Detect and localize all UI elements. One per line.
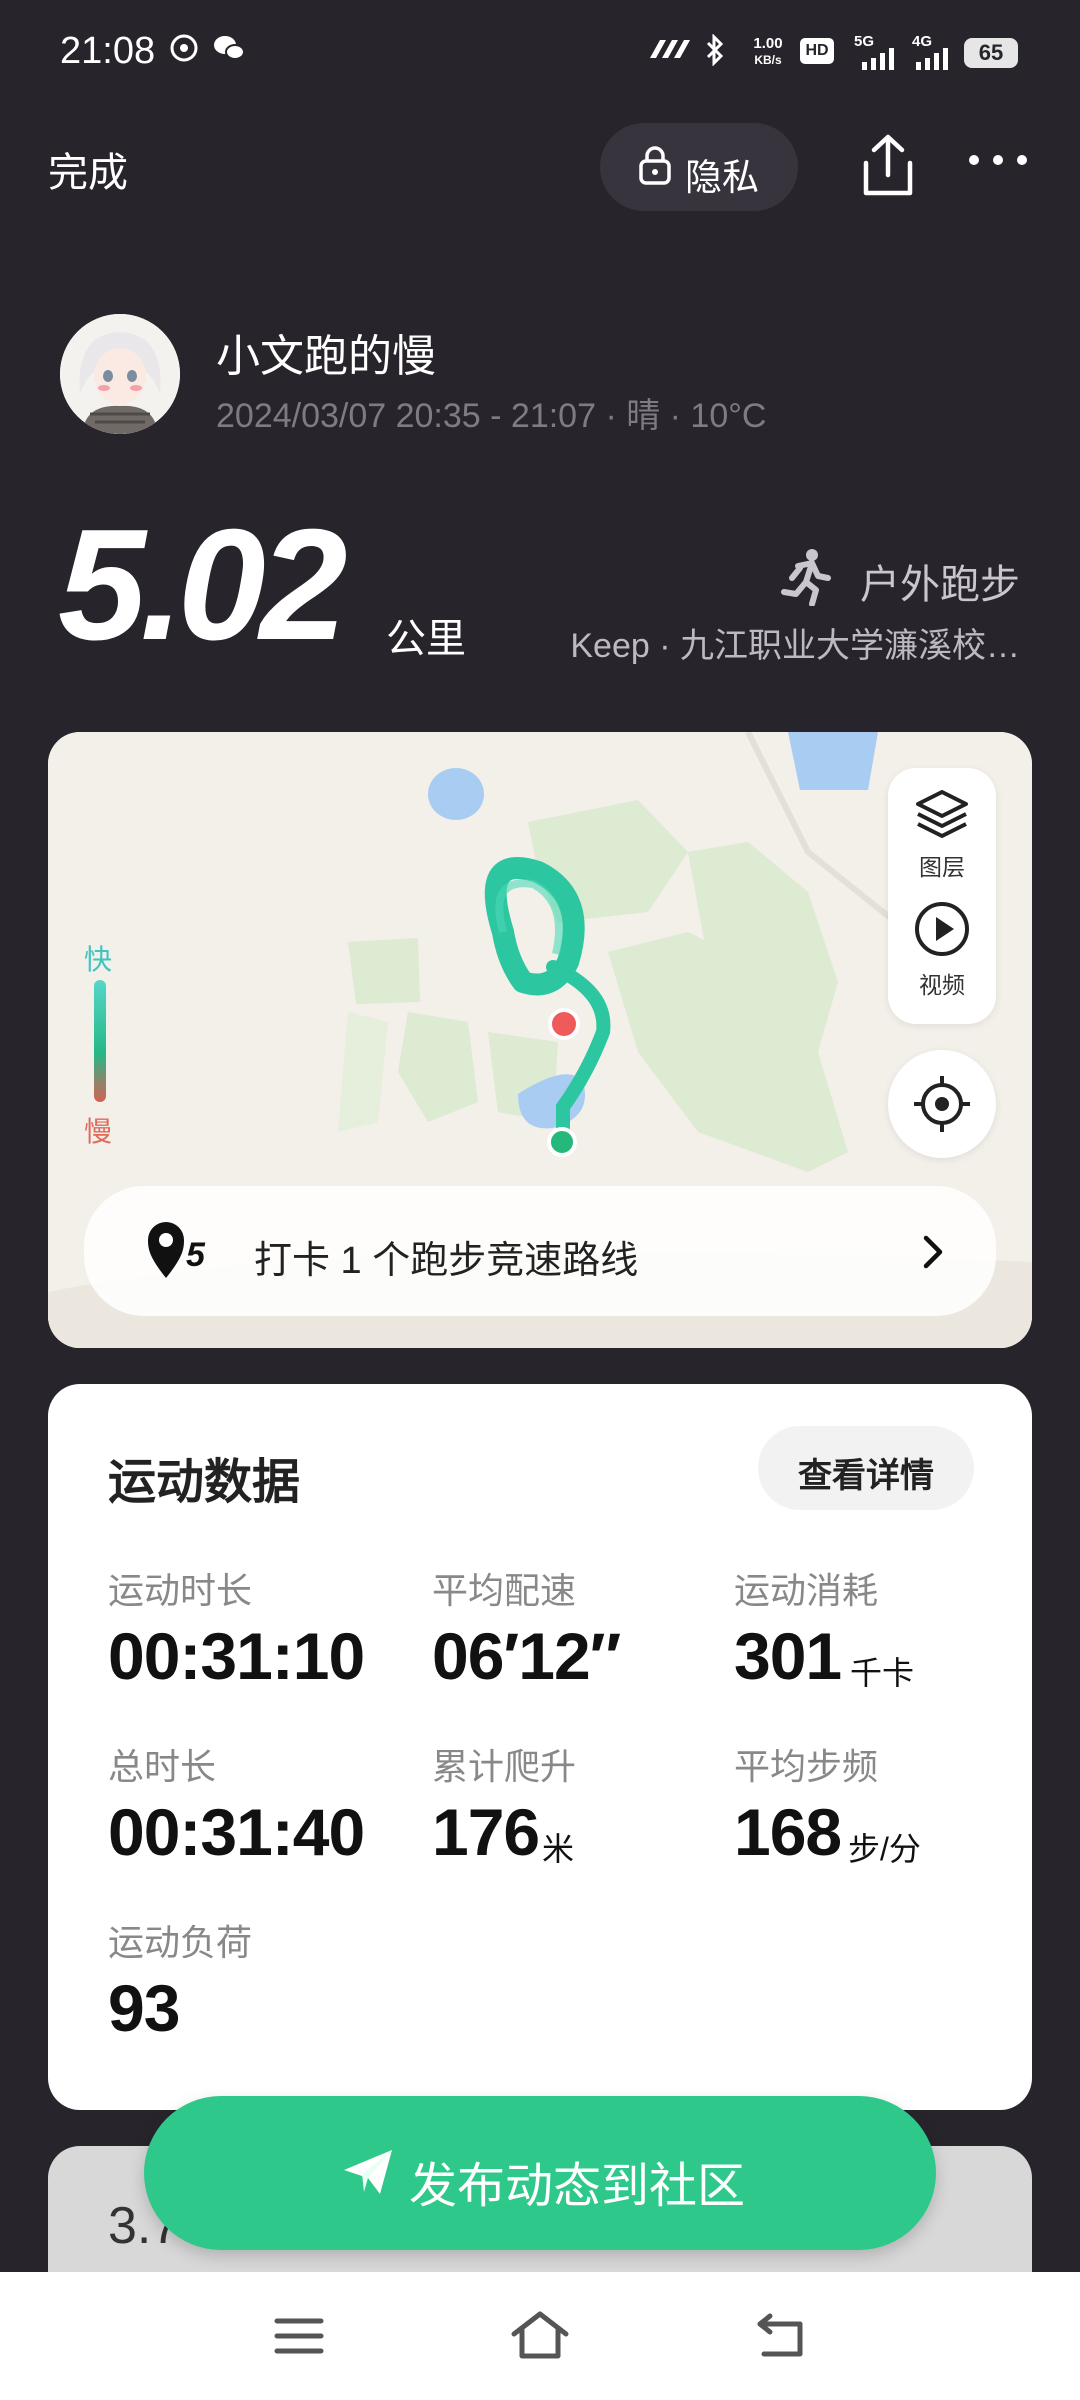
stat-value: 06′12″ [432, 1619, 621, 1693]
map-pin-icon: 5 [148, 1222, 206, 1278]
activity-source: Keep · 九江职业大学濂溪校… [570, 627, 1020, 665]
app-notification-icon [170, 34, 198, 62]
share-icon[interactable] [860, 133, 916, 199]
stat-value: 301 [734, 1619, 842, 1693]
stat-label: 运动负荷 [108, 1922, 253, 1963]
map-tools-panel: 图层 视频 [888, 768, 996, 1024]
stat-label: 累计爬升 [432, 1746, 577, 1787]
checkin-text: 打卡 1 个跑步竞速路线 [254, 1240, 639, 1282]
status-time: 21:08 [60, 30, 156, 72]
stat-unit: 步/分 [848, 1831, 921, 1867]
back-icon[interactable] [756, 2312, 806, 2358]
carrier-logo-icon [650, 40, 690, 58]
publish-to-community-button[interactable]: 发布动态到社区 [144, 2096, 936, 2250]
signal-icon [862, 48, 894, 70]
sport-type: 户外跑步 [860, 563, 1020, 607]
bluetooth-icon [706, 34, 724, 66]
home-icon[interactable] [510, 2310, 570, 2360]
svg-text:5: 5 [186, 1236, 206, 1274]
chevron-right-icon [923, 1235, 943, 1269]
workout-stats-card: 运动数据 查看详情 运动时长 00:31:10 平均配速 06′12″ 运动消耗… [48, 1384, 1032, 2110]
battery-icon: 65 [964, 38, 1018, 68]
status-bar: 21:08 1.00 KB/s HD 5G 4G 65 [0, 0, 1080, 110]
net-speed: 1.00 KB/s [753, 35, 783, 68]
privacy-button[interactable]: 隐私 [600, 123, 798, 211]
avatar[interactable] [60, 314, 180, 434]
hd-badge: HD [800, 38, 834, 64]
running-icon [781, 549, 831, 606]
stat-label: 平均配速 [432, 1570, 577, 1611]
play-icon [915, 902, 969, 956]
lock-icon [639, 146, 671, 185]
checkin-route-banner[interactable]: 5 打卡 1 个跑步竞速路线 [84, 1186, 996, 1316]
avatar-image [60, 314, 180, 434]
system-nav-bar [0, 2272, 1080, 2400]
publish-label: 发布动态到社区 [409, 2160, 746, 2213]
video-label: 视频 [919, 972, 965, 998]
stat-label: 总时长 [108, 1746, 217, 1787]
stat-value: 93 [108, 1971, 180, 2045]
distance-unit: 公里 [386, 617, 466, 661]
distance-value: 5.02 [58, 497, 348, 673]
paper-plane-icon [344, 2150, 392, 2194]
layers-button[interactable]: 图层 [888, 786, 996, 890]
menu-icon[interactable] [274, 2316, 324, 2356]
view-details-label: 查看详情 [798, 1457, 934, 1495]
stat-value: 176 [432, 1795, 540, 1869]
layers-label: 图层 [919, 854, 965, 880]
locate-button[interactable] [888, 1050, 996, 1158]
privacy-label: 隐私 [685, 157, 759, 198]
legend-slow-label: 慢 [84, 1116, 113, 1147]
stat-label: 平均步频 [734, 1746, 879, 1787]
stat-value: 00:31:40 [108, 1795, 365, 1869]
stat-label: 运动时长 [108, 1570, 253, 1611]
pace-legend-bar [94, 980, 106, 1102]
battery-level: 65 [978, 40, 1004, 65]
done-button[interactable]: 完成 [48, 140, 128, 198]
stat-value: 00:31:10 [108, 1619, 365, 1693]
legend-fast-label: 快 [84, 944, 113, 975]
video-button[interactable]: 视频 [888, 900, 996, 1010]
wechat-icon [214, 36, 245, 60]
layers-icon [916, 790, 968, 838]
stat-unit: 千卡 [850, 1655, 915, 1691]
activity-meta: 2024/03/07 20:35 - 21:07 · 晴 · 10°C [216, 397, 767, 435]
stats-title: 运动数据 [108, 1456, 301, 1509]
stat-value: 168 [734, 1795, 842, 1869]
stat-unit: 米 [542, 1831, 575, 1867]
view-details-button[interactable]: 查看详情 [758, 1426, 974, 1510]
stat-label: 运动消耗 [734, 1570, 879, 1611]
username: 小文跑的慢 [216, 332, 436, 381]
signal-icon [916, 48, 948, 70]
more-icon[interactable] [968, 150, 1028, 170]
crosshair-icon [914, 1076, 970, 1132]
